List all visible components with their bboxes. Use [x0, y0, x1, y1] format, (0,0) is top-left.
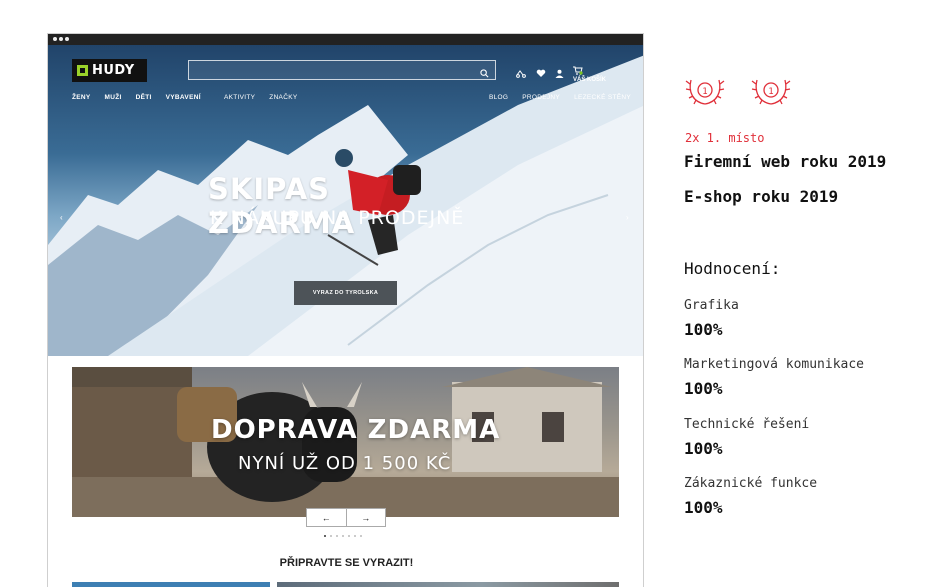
nav-item-deti[interactable]: DĚTI	[136, 94, 152, 101]
nav-item-aktivity[interactable]: AKTIVITY	[224, 94, 255, 101]
hero-next-arrow[interactable]: ›	[626, 213, 629, 222]
laurel-icon: 1	[751, 79, 791, 105]
nav-item-vybaveni[interactable]: VYBAVENÍ	[166, 94, 201, 101]
nav-item-lezecke-steny[interactable]: LEZECKÉ STĚNY	[574, 94, 631, 101]
logo-text: HUDY	[92, 63, 135, 78]
header-icons: VÁŠ KOŠÍK	[516, 65, 606, 83]
hudy-logo[interactable]: HUDY	[72, 59, 147, 82]
hero-prev-arrow[interactable]: ‹	[60, 213, 63, 222]
nav-item-zeny[interactable]: ŽENY	[72, 94, 91, 101]
banner-title: DOPRAVA ZDARMA	[211, 415, 501, 445]
rating-heading: Hodnocení:	[684, 259, 781, 278]
cart-button[interactable]: VÁŠ KOŠÍK	[573, 66, 606, 83]
banner-subtitle: NYNÍ UŽ OD 1 500 KČ	[238, 453, 452, 474]
category-tile[interactable]	[277, 582, 619, 587]
pager-dot[interactable]	[360, 535, 362, 537]
award-badges: 1 1	[683, 68, 793, 112]
browser-window: HUDY VÁŠ KOŠÍK ŽENY MUŽI DĚTI VYBAVENÍ A…	[47, 33, 644, 587]
hero-title: SKIPAS ZDARMA	[208, 172, 356, 240]
secondary-nav: AKTIVITY ZNAČKY	[224, 94, 297, 101]
slider-controls: ← →	[306, 508, 386, 527]
logo-mark	[77, 65, 88, 76]
compare-icon[interactable]	[516, 65, 527, 83]
pager-dot[interactable]	[348, 535, 350, 537]
pager-dot[interactable]	[354, 535, 356, 537]
rating-value: 100%	[684, 498, 723, 517]
rating-label: Technické řešení	[684, 417, 810, 432]
nav-item-znacky[interactable]: ZNAČKY	[269, 94, 297, 101]
nav-item-prodejny[interactable]: PRODEJNY	[522, 94, 560, 101]
badge-number: 1	[702, 87, 707, 97]
slider-prev-button[interactable]: ←	[307, 509, 346, 526]
browser-titlebar	[48, 34, 643, 45]
user-icon[interactable]	[555, 65, 564, 83]
hero-subtitle: K NÁKUPU NA PRODEJNĚ	[210, 207, 465, 229]
main-nav: ŽENY MUŽI DĚTI VYBAVENÍ	[72, 94, 201, 101]
rating-value: 100%	[684, 320, 723, 339]
window-dot[interactable]	[65, 37, 69, 41]
award-line: E-shop roku 2019	[684, 187, 839, 206]
award-place: 2x 1. místo	[685, 131, 765, 145]
award-line: Firemní web roku 2019	[684, 152, 887, 171]
section-title: PŘIPRAVTE SE VYRAZIT!	[279, 557, 414, 569]
rating-value: 100%	[684, 379, 723, 398]
rating-label: Zákaznické funkce	[684, 476, 818, 491]
rating-value: 100%	[684, 439, 723, 458]
category-tile[interactable]	[72, 582, 270, 587]
shipping-banner[interactable]: DOPRAVA ZDARMA NYNÍ UŽ OD 1 500 KČ	[72, 367, 619, 517]
rating-label: Marketingová komunikace	[684, 357, 865, 372]
search-bar[interactable]	[188, 60, 496, 83]
search-input[interactable]	[189, 62, 495, 81]
search-icon[interactable]	[480, 65, 489, 83]
utility-nav: BLOG PRODEJNY LEZECKÉ STĚNY	[489, 94, 631, 101]
window-dot[interactable]	[53, 37, 57, 41]
pager-dot[interactable]	[342, 535, 344, 537]
window-dots	[53, 37, 69, 41]
slider-next-button[interactable]: →	[345, 509, 385, 526]
laurel-icon: 1	[685, 79, 725, 105]
pager-dot[interactable]	[330, 535, 332, 537]
pager-dot[interactable]	[324, 535, 326, 537]
pager-dot[interactable]	[336, 535, 338, 537]
slider-pager	[324, 535, 362, 537]
window-dot[interactable]	[59, 37, 63, 41]
nav-item-muzi[interactable]: MUŽI	[105, 94, 122, 101]
cart-label: VÁŠ KOŠÍK	[573, 76, 607, 83]
rating-label: Grafika	[684, 298, 739, 313]
cart-icon	[573, 66, 606, 77]
nav-item-blog[interactable]: BLOG	[489, 94, 508, 101]
heart-icon[interactable]	[536, 65, 546, 83]
badge-number: 1	[768, 87, 773, 97]
hero-cta-button[interactable]: VYRAZ DO TYROLSKA	[294, 281, 397, 305]
hero-banner[interactable]: HUDY VÁŠ KOŠÍK ŽENY MUŽI DĚTI VYBAVENÍ A…	[48, 45, 643, 356]
